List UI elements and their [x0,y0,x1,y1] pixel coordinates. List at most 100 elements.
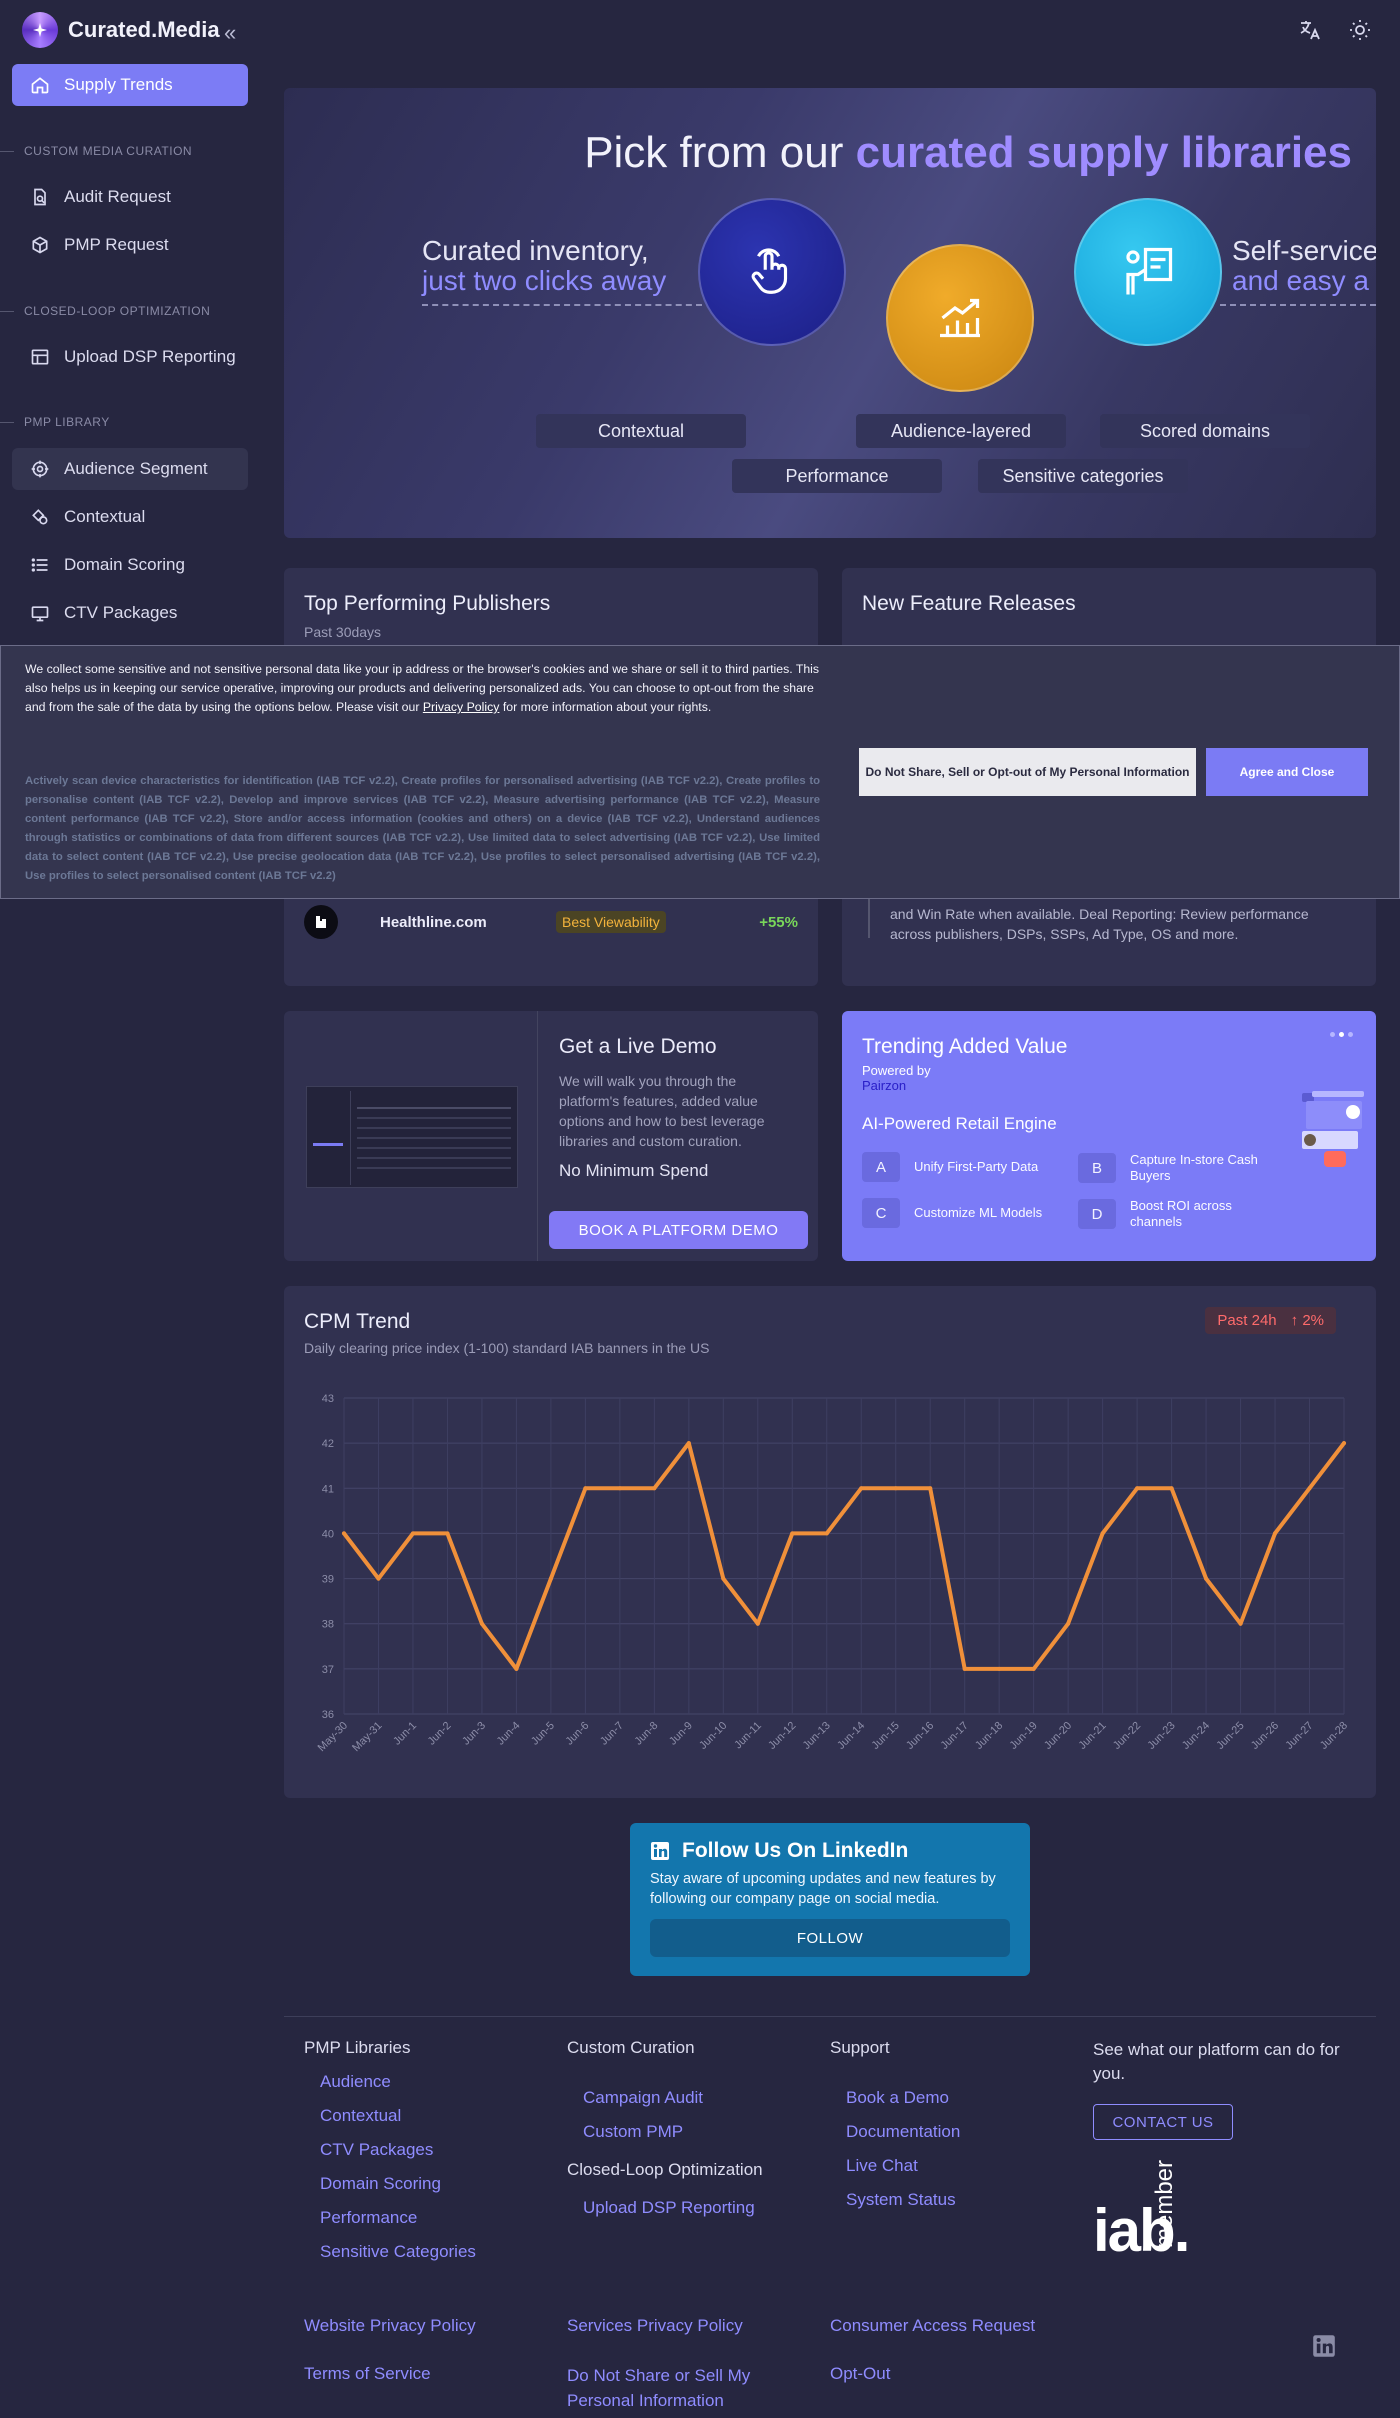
collapse-sidebar-icon[interactable]: « [224,20,236,46]
demo-text: We will walk you through the platform's … [559,1073,765,1149]
privacy-policy-link[interactable]: Privacy Policy [423,700,500,714]
data-point [479,1621,484,1626]
data-point [928,1486,933,1491]
footer-link-contextual[interactable]: Contextual [320,2106,476,2126]
sidebar-item-audience-segment[interactable]: Audience Segment [12,448,248,490]
sidebar-item-upload-dsp[interactable]: Upload DSP Reporting [12,336,248,378]
footer-link-sensitive[interactable]: Sensitive Categories [320,2242,476,2262]
y-tick-label: 42 [322,1438,334,1450]
footer-legal-terms[interactable]: Terms of Service [304,2364,431,2384]
opt-out-button[interactable]: Do Not Share, Sell or Opt-out of My Pers… [859,748,1196,796]
presenter-board-icon [1074,198,1222,346]
footer-link-documentation[interactable]: Documentation [846,2122,960,2142]
x-tick-label: Jun-14 [835,1720,867,1752]
sidebar-item-contextual[interactable]: Contextual [12,496,248,538]
footer-link-system-status[interactable]: System Status [846,2190,960,2210]
x-tick-label: Jun-11 [732,1720,764,1752]
linkedin-card: Follow Us On LinkedIn Stay aware of upco… [630,1823,1030,1976]
linkedin-header: Follow Us On LinkedIn [650,1839,908,1863]
translate-icon[interactable] [1298,18,1322,42]
data-point [1307,1486,1312,1491]
x-tick-label: Jun-10 [697,1720,729,1752]
data-point [376,1576,381,1581]
cookie-purposes: Actively scan device characteristics for… [25,775,820,882]
cookie-consent-banner: We collect some sensitive and not sensit… [0,645,1400,899]
growth-chart-icon [886,244,1034,392]
nav-section-pmp-library: PMP LIBRARY [0,415,248,429]
data-point [859,1486,864,1491]
y-tick-label: 41 [322,1483,334,1495]
sidebar-item-ctv-packages[interactable]: CTV Packages [12,592,248,634]
iab-member-logo: iab. member [1093,2159,1190,2264]
table-row[interactable]: Healthline.com Best Viewability +55% [304,904,798,940]
agree-close-button[interactable]: Agree and Close [1206,748,1368,796]
feature-item-b: B Capture In-store Cash Buyers [1078,1152,1280,1184]
footer-link-live-chat[interactable]: Live Chat [846,2156,960,2176]
x-tick-label: Jun-2 [426,1720,454,1748]
app-logo[interactable]: Curated.Media [22,12,220,48]
data-point [1238,1621,1243,1626]
change-value: +55% [759,913,798,931]
partner-link[interactable]: Pairzon [862,1078,906,1093]
y-tick-label: 43 [322,1393,334,1405]
follow-button[interactable]: FOLLOW [650,1919,1010,1957]
publisher-name: Healthline.com [380,913,487,931]
data-point [410,1531,415,1536]
footer-link-custom-pmp[interactable]: Custom PMP [583,2122,763,2142]
linkedin-text: Stay aware of upcoming updates and new f… [650,1871,996,1907]
data-point [1342,1441,1346,1446]
carousel-dots[interactable] [1330,1032,1353,1037]
sidebar-item-supply-trends[interactable]: Supply Trends [12,64,248,106]
nav-section-closed-loop: CLOSED-LOOP OPTIMIZATION [0,304,248,318]
footer-col-contact: See what our platform can do for you. CO… [1093,2038,1363,2264]
sidebar-item-domain-scoring[interactable]: Domain Scoring [12,544,248,586]
footer-cta-text: See what our platform can do for you. [1093,2040,1340,2083]
feature-item-c: C Customize ML Models [862,1198,1064,1228]
footer-legal-consumer-access[interactable]: Consumer Access Request [830,2316,1035,2336]
footer-legal-do-not-sell[interactable]: Do Not Share or Sell My Personal Informa… [567,2364,822,2414]
x-tick-label: Jun-28 [1318,1720,1350,1752]
footer-link-performance[interactable]: Performance [320,2208,476,2228]
data-point [1135,1486,1140,1491]
sidebar-item-audit-request[interactable]: Audit Request [12,176,248,218]
data-point [962,1666,967,1671]
data-point [721,1576,726,1581]
footer-link-campaign-audit[interactable]: Campaign Audit [583,2088,763,2108]
y-tick-label: 40 [322,1528,334,1540]
linkedin-icon[interactable] [1312,2334,1336,2358]
footer-link-ctv[interactable]: CTV Packages [320,2140,476,2160]
footer-legal-services-privacy[interactable]: Services Privacy Policy [567,2316,743,2336]
data-point [617,1486,622,1491]
demo-title: Get a Live Demo [559,1035,717,1058]
contact-us-button[interactable]: CONTACT US [1093,2104,1233,2140]
x-tick-label: Jun-21 [1076,1720,1108,1752]
linkedin-icon [651,1842,669,1860]
footer-legal-opt-out[interactable]: Opt-Out [830,2364,890,2384]
footer-heading: Support [830,2038,890,2057]
cpm-trend-card: CPM Trend Daily clearing price index (1-… [284,1286,1376,1798]
footer-legal-website-privacy[interactable]: Website Privacy Policy [304,2316,476,2336]
footer-link-domain-scoring[interactable]: Domain Scoring [320,2174,476,2194]
x-tick-label: Jun-22 [1111,1720,1143,1752]
footer-col-curation: Custom Curation Campaign Audit Custom PM… [567,2038,763,2218]
home-icon [31,77,49,94]
footer-heading: Custom Curation [567,2038,695,2057]
x-tick-label: Jun-20 [1042,1720,1074,1752]
footer-link-book-demo[interactable]: Book a Demo [846,2088,960,2108]
file-search-icon [34,188,46,206]
data-point [893,1486,898,1491]
sidebar-item-pmp-request[interactable]: PMP Request [12,224,248,266]
footer-link-upload-dsp[interactable]: Upload DSP Reporting [583,2198,755,2217]
data-point [445,1531,450,1536]
data-point [755,1621,760,1626]
card-subtitle: Past 30days [304,624,382,640]
hero-dashed-line-left [422,304,702,306]
target-icon [31,460,49,478]
book-demo-button[interactable]: BOOK A PLATFORM DEMO [549,1211,808,1249]
x-tick-label: Jun-26 [1249,1720,1281,1752]
theme-toggle-icon[interactable] [1348,18,1372,42]
footer-link-audience[interactable]: Audience [320,2072,476,2092]
data-point [1273,1531,1278,1536]
x-tick-label: Jun-15 [870,1720,902,1752]
footer-heading: PMP Libraries [304,2038,411,2057]
